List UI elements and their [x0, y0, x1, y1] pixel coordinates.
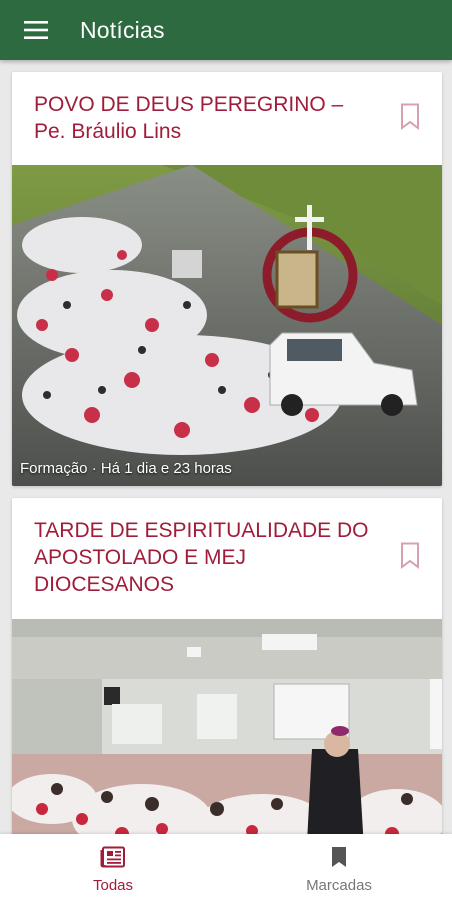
app-bar: Notícias: [0, 0, 452, 60]
nav-item-marcadas[interactable]: Marcadas: [226, 834, 452, 900]
newspaper-icon: [100, 846, 125, 868]
bookmark-button[interactable]: [400, 542, 424, 572]
nav-label: Marcadas: [306, 877, 372, 894]
nav-label: Todas: [92, 877, 134, 894]
page-title: Notícias: [80, 16, 165, 43]
bookmark-outline-icon: [401, 542, 419, 569]
card-header: TARDE DE ESPIRITUALIDADE DO APOSTOLADO E…: [12, 498, 442, 619]
menu-button[interactable]: [0, 0, 72, 60]
news-feed[interactable]: POVO DE DEUS PEREGRINO – Pe. Bráulio Lin…: [0, 60, 452, 834]
news-card[interactable]: TARDE DE ESPIRITUALIDADE DO APOSTOLADO E…: [12, 498, 442, 834]
pilgrimage-crowd-photo[interactable]: Formação · Há 1 dia e 23 horas: [12, 165, 442, 486]
news-meta: Formação · Há 1 dia e 23 horas: [20, 460, 232, 477]
card-header: POVO DE DEUS PEREGRINO – Pe. Bráulio Lin…: [12, 72, 442, 165]
nav-icon-wrapper: [100, 845, 126, 869]
bookmark-outline-icon: [401, 103, 419, 130]
hamburger-menu-icon: [24, 21, 48, 39]
nav-item-todas[interactable]: Todas: [0, 834, 226, 900]
church-hall-gathering-photo[interactable]: [12, 619, 442, 834]
bookmark-filled-icon: [332, 847, 346, 867]
news-title[interactable]: TARDE DE ESPIRITUALIDADE DO APOSTOLADO E…: [34, 517, 380, 598]
news-card[interactable]: POVO DE DEUS PEREGRINO – Pe. Bráulio Lin…: [12, 72, 442, 486]
bottom-navigation: Todas Marcadas: [0, 834, 452, 900]
bookmark-button[interactable]: [400, 103, 424, 133]
news-title[interactable]: POVO DE DEUS PEREGRINO – Pe. Bráulio Lin…: [34, 91, 380, 145]
nav-icon-wrapper: [331, 845, 347, 869]
